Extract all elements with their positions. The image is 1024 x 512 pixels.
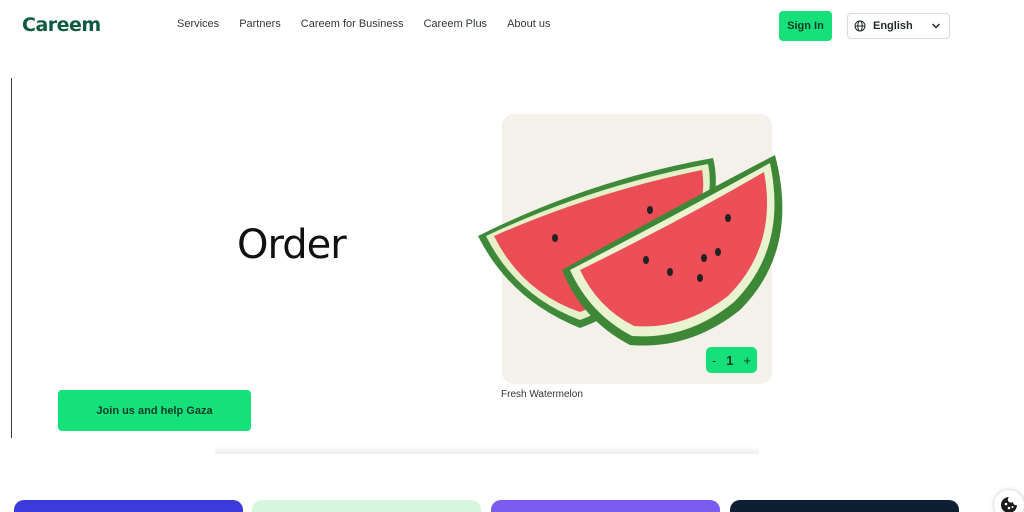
carousel-edge-line xyxy=(11,78,12,438)
chevron-down-icon xyxy=(931,23,941,29)
nav-careem-plus[interactable]: Careem Plus xyxy=(423,18,487,30)
service-tile-1[interactable] xyxy=(14,500,243,512)
join-us-button[interactable]: Join us and help Gaza xyxy=(58,390,251,431)
careem-logo[interactable]: Careem xyxy=(22,14,101,36)
watermelon-image xyxy=(478,155,783,346)
cookie-icon xyxy=(1001,497,1017,512)
nav-partners[interactable]: Partners xyxy=(239,18,281,30)
nav-services[interactable]: Services xyxy=(177,18,219,30)
hero-title: Order xyxy=(237,222,347,268)
product-name: Fresh Watermelon xyxy=(501,389,583,400)
nav-careem-for-business[interactable]: Careem for Business xyxy=(301,18,404,30)
globe-icon xyxy=(854,20,866,32)
language-label: English xyxy=(873,20,913,32)
service-tile-3[interactable] xyxy=(491,500,720,512)
sign-in-button[interactable]: Sign In xyxy=(779,11,832,41)
decrement-button[interactable]: - xyxy=(712,353,716,368)
service-tile-4[interactable] xyxy=(730,500,959,512)
service-tile-2[interactable] xyxy=(252,500,481,512)
increment-button[interactable]: + xyxy=(743,353,751,368)
main-nav: Services Partners Careem for Business Ca… xyxy=(177,18,570,30)
language-select[interactable]: English xyxy=(847,13,950,39)
quantity-stepper[interactable]: - 1 + xyxy=(706,347,757,373)
section-divider xyxy=(215,446,759,454)
quantity-value: 1 xyxy=(726,352,734,368)
cookie-settings-button[interactable] xyxy=(994,490,1024,512)
nav-about-us[interactable]: About us xyxy=(507,18,550,30)
